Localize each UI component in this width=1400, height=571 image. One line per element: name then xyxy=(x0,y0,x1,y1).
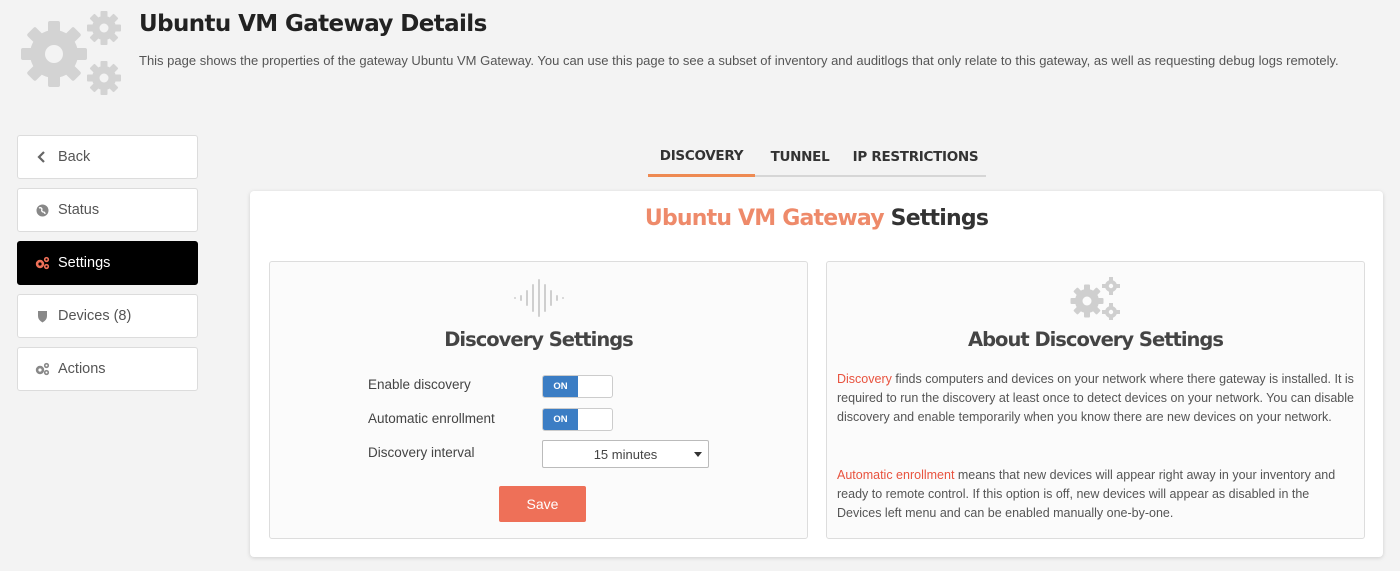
gateway-name: Ubuntu VM Gateway xyxy=(644,206,885,231)
discovery-interval-select[interactable]: 15 minutes xyxy=(542,440,709,468)
discovery-highlight: Discovery xyxy=(837,372,892,386)
sidebar-item-status[interactable]: Status xyxy=(17,188,198,232)
sidebar-item-label: Actions xyxy=(58,361,106,377)
automatic-enrollment-toggle[interactable]: ON xyxy=(542,408,613,431)
gears-icon xyxy=(1067,276,1127,325)
chevron-left-icon xyxy=(34,149,50,165)
settings-tabs: DISCOVERY TUNNEL IP RESTRICTIONS xyxy=(648,137,986,177)
gears-icon xyxy=(34,361,50,377)
sidebar-item-devices[interactable]: Devices (8) xyxy=(17,294,198,338)
sidebar-item-settings[interactable]: Settings xyxy=(17,241,198,285)
discovery-interval-label: Discovery interval xyxy=(368,445,475,460)
discovery-interval-value: 15 minutes xyxy=(593,446,658,462)
discovery-settings-heading: Discovery Settings xyxy=(444,328,634,351)
automatic-enrollment-label: Automatic enrollment xyxy=(368,411,495,426)
about-discovery-card: About Discovery Settings Discovery finds… xyxy=(826,261,1365,539)
sidebar-item-label: Devices (8) xyxy=(58,308,132,324)
page-description: This page shows the properties of the ga… xyxy=(139,53,1339,68)
page-title: Ubuntu VM Gateway Details xyxy=(139,11,487,37)
settings-panel: Ubuntu VM Gateway Settings Discovery Set… xyxy=(250,191,1383,557)
sidebar-item-label: Status xyxy=(58,202,100,218)
enrollment-highlight: Automatic enrollment xyxy=(837,468,955,482)
sidebar-item-actions[interactable]: Actions xyxy=(17,347,198,391)
panel-title-suffix: Settings xyxy=(883,206,989,231)
about-discovery-heading: About Discovery Settings xyxy=(968,328,1224,351)
panel-title: Ubuntu VM Gateway Settings xyxy=(250,206,1383,231)
gears-icon xyxy=(34,255,50,271)
about-paragraph-discovery: Discovery finds computers and devices on… xyxy=(837,370,1357,427)
sidebar-item-back[interactable]: Back xyxy=(17,135,198,179)
discovery-settings-card: Discovery Settings Enable discovery ON A… xyxy=(269,261,808,539)
save-button[interactable]: Save xyxy=(499,486,586,522)
gears-logo-icon xyxy=(14,8,126,98)
enable-discovery-label: Enable discovery xyxy=(368,377,471,392)
toggle-on-indicator: ON xyxy=(543,376,578,397)
discovery-description: finds computers and devices on your netw… xyxy=(837,372,1354,424)
tab-discovery[interactable]: DISCOVERY xyxy=(648,137,755,177)
chevron-down-icon xyxy=(694,452,702,457)
sound-wave-icon xyxy=(512,278,568,323)
tab-tunnel[interactable]: TUNNEL xyxy=(755,137,845,177)
toggle-on-indicator: ON xyxy=(543,409,578,430)
enable-discovery-toggle[interactable]: ON xyxy=(542,375,613,398)
about-paragraph-enrollment: Automatic enrollment means that new devi… xyxy=(837,466,1357,523)
sidebar-item-label: Back xyxy=(58,149,91,165)
shield-icon xyxy=(34,308,50,324)
globe-icon xyxy=(34,202,50,218)
sidebar-item-label: Settings xyxy=(58,255,111,271)
tab-ip-restrictions[interactable]: IP RESTRICTIONS xyxy=(845,137,986,177)
